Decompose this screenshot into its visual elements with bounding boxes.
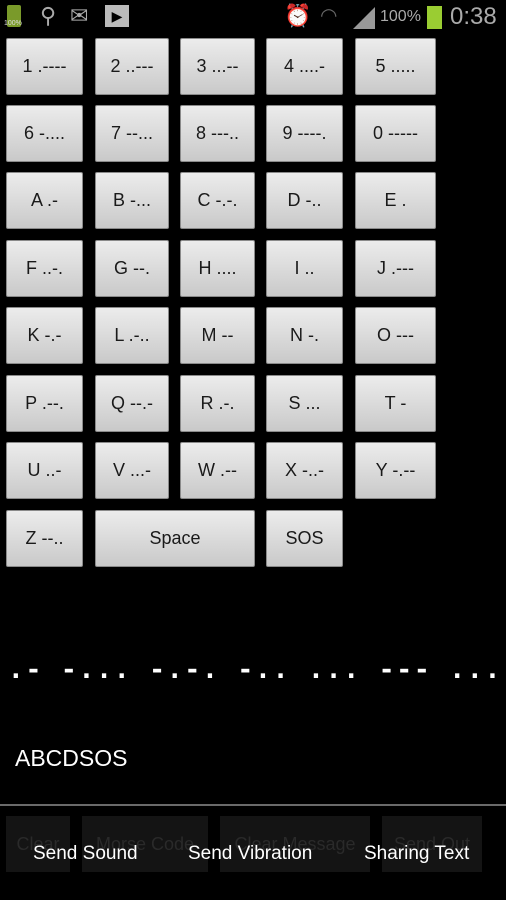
battery-small-label: 100% <box>4 20 22 27</box>
key-2[interactable]: 2 ..--- <box>95 38 169 95</box>
menu-send-sound[interactable]: Send Sound <box>33 843 138 865</box>
key-x[interactable]: X -..- <box>266 442 343 499</box>
key-q[interactable]: Q --.- <box>95 375 169 432</box>
menu-sharing-text[interactable]: Sharing Text <box>364 843 469 865</box>
key-4[interactable]: 4 ....- <box>266 38 343 95</box>
battery-percent: 100% <box>380 8 421 25</box>
key-e[interactable]: E . <box>355 172 436 229</box>
key-y[interactable]: Y -.-- <box>355 442 436 499</box>
key-s[interactable]: S ... <box>266 375 343 432</box>
text-output: ABCDSOS <box>15 745 128 771</box>
email-icon: ✉ <box>70 3 89 28</box>
key-k[interactable]: K -.- <box>6 307 83 364</box>
menu-send-vibration[interactable]: Send Vibration <box>188 843 312 865</box>
key-3[interactable]: 3 ...-- <box>180 38 255 95</box>
play-store-icon: ▶ <box>105 5 129 27</box>
key-sos[interactable]: SOS <box>266 510 343 567</box>
key-j[interactable]: J .--- <box>355 240 436 297</box>
key-7[interactable]: 7 --... <box>95 105 169 162</box>
alarm-icon: ⏰ <box>284 3 312 28</box>
key-g[interactable]: G --. <box>95 240 169 297</box>
key-c[interactable]: C -.-. <box>180 172 255 229</box>
wifi-icon: ◠ <box>320 5 338 27</box>
key-space[interactable]: Space <box>95 510 255 567</box>
key-r[interactable]: R .-. <box>180 375 255 432</box>
key-u[interactable]: U ..- <box>6 442 83 499</box>
key-8[interactable]: 8 ---.. <box>180 105 255 162</box>
key-b[interactable]: B -... <box>95 172 169 229</box>
key-w[interactable]: W .-- <box>180 442 255 499</box>
key-1[interactable]: 1 .---- <box>6 38 83 95</box>
key-z[interactable]: Z --.. <box>6 510 83 567</box>
key-0[interactable]: 0 ----- <box>355 105 436 162</box>
key-f[interactable]: F ..-. <box>6 240 83 297</box>
key-a[interactable]: A .- <box>6 172 83 229</box>
key-h[interactable]: H .... <box>180 240 255 297</box>
key-n[interactable]: N -. <box>266 307 343 364</box>
key-i[interactable]: I .. <box>266 240 343 297</box>
key-6[interactable]: 6 -.... <box>6 105 83 162</box>
key-t[interactable]: T - <box>355 375 436 432</box>
usb-icon: ⚲ <box>40 3 57 28</box>
key-9[interactable]: 9 ----. <box>266 105 343 162</box>
key-o[interactable]: O --- <box>355 307 436 364</box>
clock: 0:38 <box>450 3 497 30</box>
key-p[interactable]: P .--. <box>6 375 83 432</box>
key-5[interactable]: 5 ..... <box>355 38 436 95</box>
morse-output: .- -... -.-. -.. ... --- ... <box>8 655 503 685</box>
signal-icon <box>353 7 375 29</box>
battery-icon <box>427 6 442 29</box>
status-bar: 100% ⚲ ✉ ▶ ⏰ ◠ 100% 0:38 <box>0 0 506 34</box>
key-d[interactable]: D -.. <box>266 172 343 229</box>
divider <box>0 804 506 806</box>
key-v[interactable]: V ...- <box>95 442 169 499</box>
key-m[interactable]: M -- <box>180 307 255 364</box>
key-l[interactable]: L .-.. <box>95 307 169 364</box>
